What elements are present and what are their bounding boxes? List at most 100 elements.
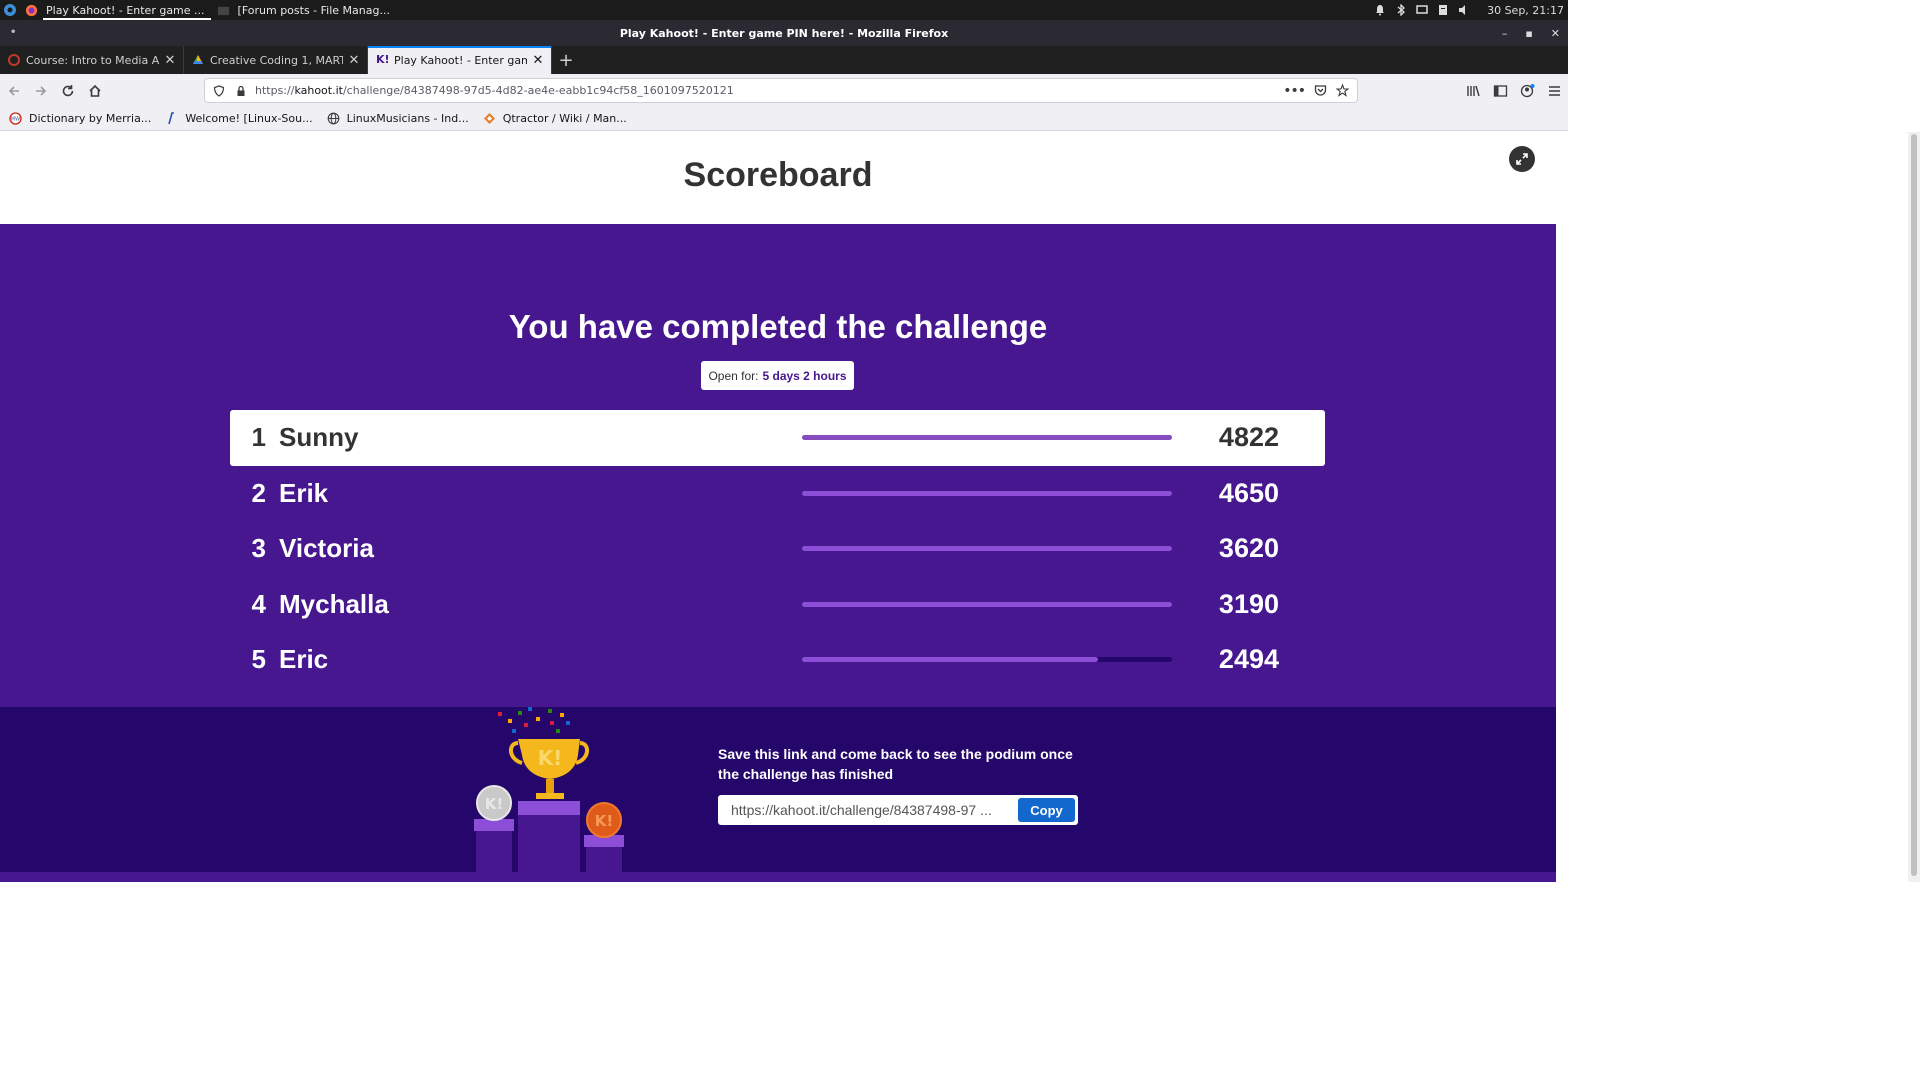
window-menu-icon[interactable]: • [10,27,16,38]
tab-label: Play Kahoot! - Enter game [394,53,527,67]
bookmark-label: Welcome! [Linux-Sou... [185,112,313,125]
page-scrollbar[interactable] [1908,132,1920,882]
taskbar-item-label: Play Kahoot! - Enter game ... [46,3,205,17]
scoreboard-panel: You have completed the challenge Open fo… [0,224,1556,707]
player-name: Eric [279,644,329,675]
copy-link-button[interactable]: Copy [1018,798,1075,822]
player-score: 3190 [1218,588,1279,619]
taskbar-item-label: [Forum posts - File Manag... [237,3,390,17]
forward-arrow-icon [36,85,47,96]
reload-button[interactable] [55,78,81,104]
challenge-link-field[interactable]: https://kahoot.it/challenge/84387498-97 … [718,795,1078,825]
back-button[interactable] [1,78,27,104]
bookmark-linuxmusicians[interactable]: LinuxMusicians - Ind... [327,112,469,125]
lock-icon[interactable] [233,83,249,99]
scoreboard-footer: K! K! K! Save this link and come back to… [0,707,1556,882]
bookmark-linux-sound[interactable]: Welcome! [Linux-Sou... [165,112,313,125]
tab-bar: Course: Intro to Media Art ✕ Creative Co… [0,46,1568,74]
score-bar [802,601,1172,607]
page-content: Scoreboard You have completed the challe… [0,132,1556,882]
completed-heading: You have completed the challenge [508,308,1048,345]
leaderboard-row: 1 Sunny 4822 [230,410,1325,466]
taskbar-item-file-manager[interactable]: [Forum posts - File Manag... [211,0,396,20]
player-rank: 1 [251,422,266,453]
close-tab-icon[interactable]: ✕ [163,53,177,68]
player-score: 4650 [1218,477,1279,508]
clock[interactable]: 30 Sep, 21:17 [1487,4,1564,17]
firefox-icon [25,4,38,16]
page-bottom-strip [0,872,1556,882]
tab-creative-coding[interactable]: Creative Coding 1, MART 1 ✕ [184,46,368,74]
bookmark-label: LinuxMusicians - Ind... [346,112,469,125]
tab-label: Course: Intro to Media Art [26,53,159,67]
address-bar[interactable]: https://kahoot.it/challenge/84387498-97d… [204,78,1358,103]
close-window-icon[interactable]: ✕ [1551,27,1560,40]
player-name: Sunny [279,422,359,453]
bookmark-merriam-webster[interactable]: MW Dictionary by Merria... [9,112,151,125]
qtractor-icon [483,113,495,124]
close-tab-icon[interactable]: ✕ [531,53,545,68]
taskbar-item-firefox[interactable]: Play Kahoot! - Enter game ... [19,0,211,20]
hamburger-menu-icon[interactable] [1547,84,1562,98]
pocket-icon[interactable] [1314,84,1327,97]
bluetooth-icon[interactable] [1395,4,1407,16]
tab-course-intro-media-art[interactable]: Course: Intro to Media Art ✕ [0,46,184,74]
minimize-icon[interactable]: – [1502,27,1508,40]
bookmark-label: Qtractor / Wiki / Man... [502,112,627,125]
window-titlebar: • Play Kahoot! - Enter game PIN here! - … [0,20,1568,46]
save-link-instructions: Save this link and come back to see the … [718,746,1073,782]
tab-play-kahoot[interactable]: K! Play Kahoot! - Enter game ✕ [368,46,552,74]
score-bar-fill [802,546,1172,551]
open-for-badge: Open for: 5 days 2 hours [701,361,854,390]
player-rank: 5 [251,644,266,675]
leaderboard-row: 5 Eric 2494 [230,632,1325,688]
system-tray: 30 Sep, 21:17 [1374,4,1568,17]
start-menu-icon[interactable] [1,1,19,19]
leaderboard-row: 3 Victoria 3620 [230,521,1325,577]
navigation-toolbar: https://kahoot.it/challenge/84387498-97d… [0,74,1568,107]
expand-icon [1516,153,1528,165]
notification-bell-icon[interactable] [1374,4,1386,16]
home-button[interactable] [82,78,108,104]
page-actions-icon[interactable]: ••• [1283,83,1306,99]
url-text[interactable]: https://kahoot.it/challenge/84387498-97d… [255,84,1283,97]
player-score: 4822 [1218,422,1279,453]
svg-text:K!: K! [538,746,563,770]
display-icon[interactable] [1416,4,1428,16]
volume-icon[interactable] [1458,4,1470,16]
moodle-icon [8,54,20,66]
player-name: Mychalla [279,588,389,619]
folder-icon [217,6,229,15]
forward-button[interactable] [28,78,54,104]
fullscreen-button[interactable] [1509,146,1535,172]
maximize-icon[interactable]: ▪ [1525,27,1532,40]
scoreboard-header: Scoreboard [0,132,1556,224]
linux-sound-icon [168,112,175,125]
globe-icon [327,112,339,125]
google-drive-icon [193,55,203,64]
account-icon[interactable] [1520,83,1535,98]
bookmark-star-icon[interactable] [1336,84,1349,97]
player-score: 2494 [1218,644,1279,675]
close-tab-icon[interactable]: ✕ [347,53,361,68]
sidebar-icon[interactable] [1493,84,1508,98]
clipboard-icon[interactable] [1437,4,1449,16]
player-name: Erik [279,477,329,508]
tracking-shield-icon[interactable] [211,83,227,99]
player-name: Victoria [279,533,374,564]
score-bar-fill [802,657,1098,662]
leaderboard-row: 2 Erik 4650 [230,466,1325,522]
bookmark-qtractor[interactable]: Qtractor / Wiki / Man... [483,112,627,125]
challenge-link-text[interactable]: https://kahoot.it/challenge/84387498-97 … [718,802,1018,818]
scrollbar-thumb[interactable] [1911,134,1917,876]
score-bar [802,657,1172,662]
page-title: Scoreboard [683,156,873,194]
kahoot-icon: K! [376,53,390,66]
score-bar-fill [802,490,1172,496]
svg-text:MW: MW [11,117,20,123]
merriam-webster-icon: MW [9,112,22,125]
new-tab-button[interactable]: + [552,46,580,74]
player-rank: 4 [251,588,266,619]
library-icon[interactable] [1466,84,1481,98]
os-taskbar: Play Kahoot! - Enter game ... [Forum pos… [0,0,1568,20]
